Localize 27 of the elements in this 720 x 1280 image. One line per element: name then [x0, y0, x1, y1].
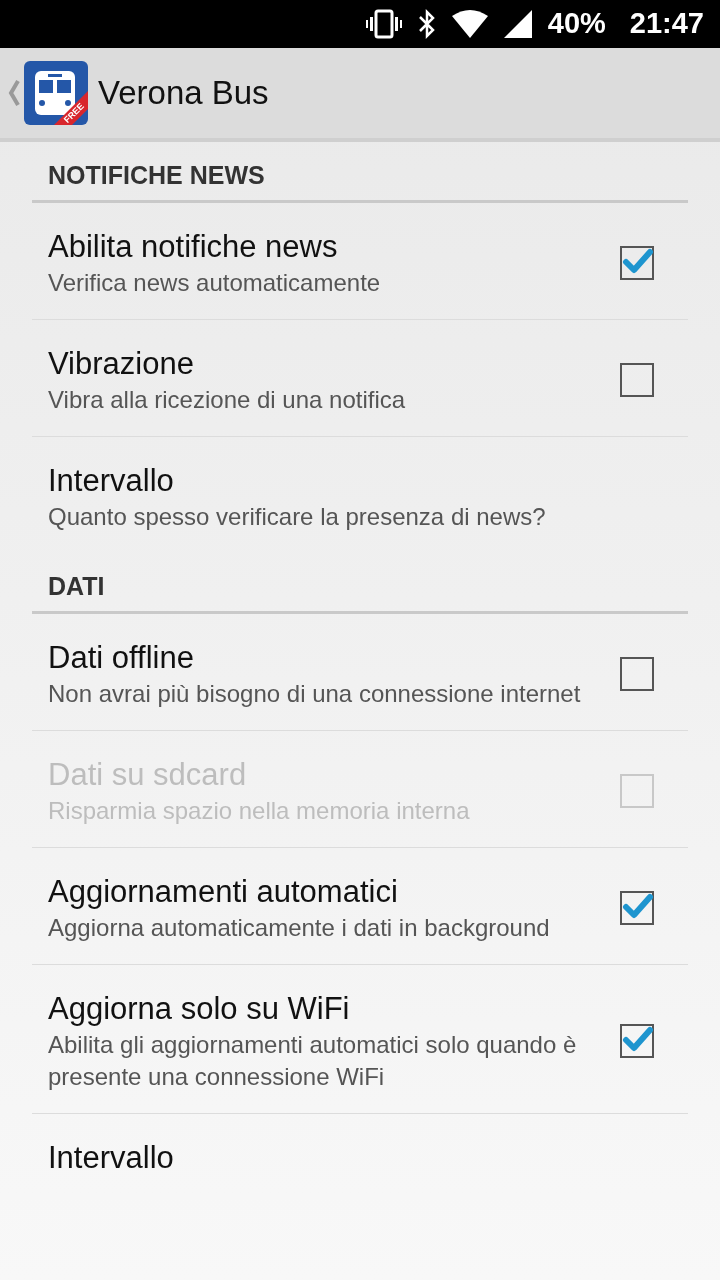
- setting-title: Vibrazione: [48, 345, 195, 383]
- setting-summary: Non avrai più bisogno di una connessione internet: [48, 679, 582, 709]
- vibrate-icon: [365, 9, 402, 39]
- setting-summary: Aggiorna automaticamente i dati in background: [48, 913, 551, 943]
- setting-title: Dati offline: [48, 639, 195, 677]
- signal-icon: [503, 10, 532, 38]
- setting-summary: Vibra alla ricezione di una notifica: [48, 385, 407, 415]
- setting-title: Intervallo: [48, 462, 175, 500]
- setting-title: Abilita notifiche news: [48, 228, 339, 266]
- checkbox[interactable]: [620, 363, 654, 397]
- wifi-icon: [451, 10, 488, 38]
- setting-title: Aggiorna solo su WiFi: [48, 990, 351, 1028]
- setting-title: Intervallo: [48, 1139, 175, 1177]
- setting-summary: Verifica news automaticamente: [48, 268, 382, 298]
- checkbox[interactable]: [620, 246, 654, 280]
- bluetooth-icon: [417, 9, 436, 39]
- section-header: DATI: [32, 553, 688, 614]
- battery-percentage: 40%: [547, 6, 606, 42]
- checkbox[interactable]: [620, 657, 654, 691]
- setting-title: Aggiornamenti automatici: [48, 873, 399, 911]
- checkbox[interactable]: [620, 1024, 654, 1058]
- section-header: NOTIFICHE NEWS: [32, 142, 688, 203]
- setting-summary: Quanto spesso verificare la presenza di news?: [48, 502, 547, 532]
- clock-time: 21:47: [629, 6, 704, 42]
- app-title: Verona Bus: [98, 73, 269, 114]
- checkbox[interactable]: [620, 891, 654, 925]
- setting-summary: Abilita gli aggiornamenti automatici solo quando è presente una connessione WiFi: [48, 1030, 578, 1092]
